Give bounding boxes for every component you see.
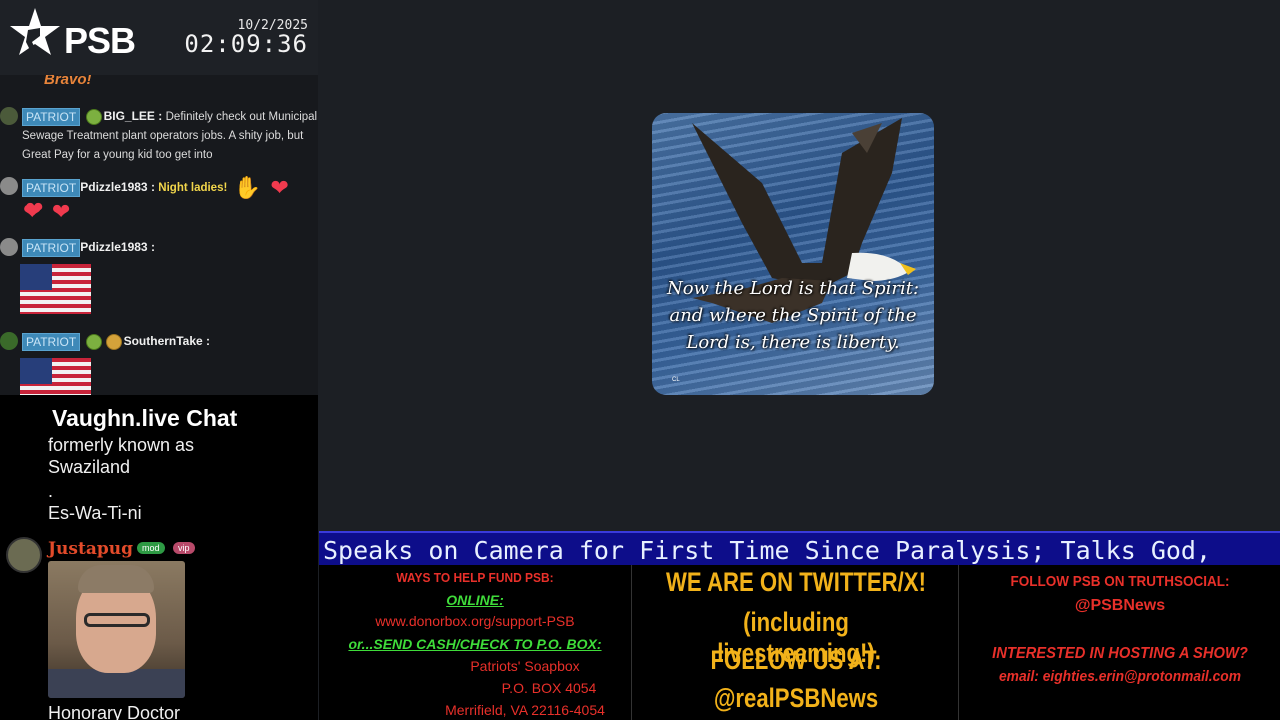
mail-label: or...SEND CASH/CHECK TO P.O. BOX:	[348, 636, 602, 652]
logo-text: PSB	[64, 20, 136, 61]
heart-emoji-icon: ❤	[51, 199, 71, 224]
patriot-badge: PATRIOT	[22, 238, 81, 257]
partial-message: Bravo!	[44, 75, 92, 88]
truth-line: FOLLOW PSB ON TRUTHSOCIAL:	[1010, 573, 1230, 590]
left-column: PSB 10/2/2025 02:09:36 Bravo! PATRIOT BI…	[0, 0, 318, 720]
stream-overlay: PSB 10/2/2025 02:09:36 Bravo! PATRIOT BI…	[0, 0, 1280, 720]
separator: :	[206, 334, 211, 348]
contact-email[interactable]: email: eighties.erin@protonmail.com	[973, 668, 1267, 685]
heart-emoji-icon: ❤	[23, 199, 42, 224]
username[interactable]: Pdizzle1983	[80, 240, 147, 254]
supporter-emote-icon	[105, 333, 122, 350]
news-ticker: Speaks on Camera for First Time Since Pa…	[319, 531, 1280, 565]
username[interactable]: BIG_LEE	[104, 109, 155, 123]
chat-feed[interactable]: Bravo! PATRIOT BIG_LEE : Definitely chec…	[0, 75, 318, 395]
emoji-row: ❤ ❤	[20, 201, 73, 223]
patriot-badge: PATRIOT	[22, 332, 81, 351]
twitter-handle[interactable]: @realPSBNews	[662, 683, 931, 714]
message-text: Night ladies!	[158, 182, 228, 195]
twitter-panel: WE ARE ON TWITTER/X! (including livestre…	[631, 565, 959, 720]
avatar	[0, 238, 18, 256]
main-stage: Now the Lord is that Spirit: and where t…	[319, 0, 1280, 530]
praying-hands-emoji-icon: ✋	[233, 175, 262, 200]
username[interactable]: Pdizzle1983	[80, 180, 147, 194]
twitter-line: WE ARE ON TWITTER/X!	[666, 567, 926, 597]
bottom-banner: WAYS TO HELP FUND PSB: ONLINE: www.donor…	[319, 565, 1280, 720]
wrench-emote-icon	[85, 333, 102, 350]
chat-line: Es-Wa-Ti-ni	[48, 503, 142, 523]
eagle-quote-image: Now the Lord is that Spirit: and where t…	[652, 113, 934, 395]
chat-image	[48, 561, 185, 698]
separator: :	[158, 109, 163, 123]
username[interactable]: SouthernTake	[124, 334, 203, 348]
separator: :	[150, 240, 155, 254]
fund-title: WAYS TO HELP FUND PSB:	[396, 570, 554, 585]
avatar	[0, 332, 18, 350]
chat-line: Honorary Doctor	[48, 703, 181, 720]
us-flag-emote-icon	[20, 358, 91, 395]
vaughn-chat-panel[interactable]: Vaughn.live Chat formerly known as Swazi…	[0, 395, 318, 720]
avatar[interactable]	[6, 537, 42, 573]
truth-handle[interactable]: @PSBNews	[960, 597, 1280, 615]
patriot-badge: PATRIOT	[22, 107, 81, 126]
stream-clock: 02:09:36	[184, 30, 308, 58]
chat-line: .	[48, 481, 54, 501]
avatar	[0, 107, 18, 125]
scripture-quote: Now the Lord is that Spirit: and where t…	[666, 278, 920, 353]
vip-badge: vip	[173, 542, 195, 554]
avatar	[0, 177, 18, 195]
separator: :	[150, 180, 155, 195]
us-flag-emote-icon	[20, 264, 91, 314]
ticker-text: Speaks on Camera for First Time Since Pa…	[323, 536, 1212, 565]
patriot-badge: PATRIOT	[22, 179, 81, 197]
online-label: ONLINE:	[446, 592, 504, 608]
header-bar: PSB 10/2/2025 02:09:36	[0, 0, 318, 75]
twitter-line: FOLLOW US AT:	[710, 645, 882, 675]
chat-username[interactable]: Justapug	[48, 539, 133, 559]
chat-line: Swaziland	[48, 457, 131, 477]
mod-badge: mod	[137, 542, 165, 554]
image-watermark: CL	[672, 377, 680, 383]
chat-title: Vaughn.live Chat	[52, 405, 238, 431]
chat-line: formerly known as	[48, 435, 195, 455]
fund-panel: WAYS TO HELP FUND PSB: ONLINE: www.donor…	[319, 565, 631, 720]
wrench-emote-icon	[85, 108, 102, 125]
truthsocial-panel: FOLLOW PSB ON TRUTHSOCIAL: @PSBNews INTE…	[960, 565, 1280, 720]
donate-link[interactable]: www.donorbox.org/support-PSB	[319, 613, 631, 629]
heart-emoji-icon: ❤	[270, 175, 289, 200]
hosting-line: INTERESTED IN HOSTING A SHOW?	[992, 645, 1248, 662]
